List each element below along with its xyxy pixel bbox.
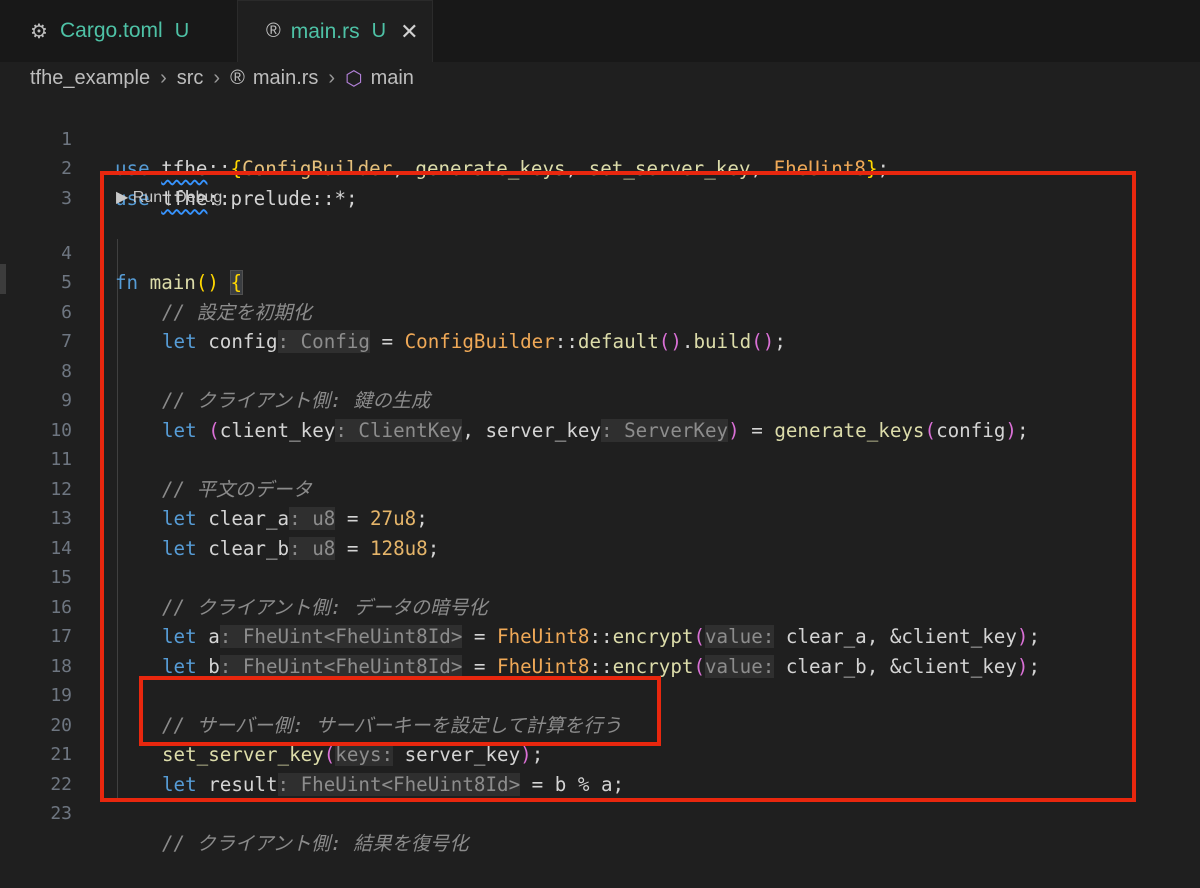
code-line[interactable]: 12 let clear_a: u8 = 27u8; (0, 445, 1200, 530)
code-line[interactable]: 23 // クライアント側: 結果を復号化 (0, 770, 1200, 855)
play-icon: ▶ (116, 189, 133, 206)
tab-bar: ⚙ Cargo.toml U ® main.rs U ✕ (0, 0, 1200, 63)
run-link[interactable]: Run (133, 189, 162, 206)
comment: // クライアント側: 結果を復号化 (162, 831, 469, 855)
tab-cargo-toml[interactable]: ⚙ Cargo.toml U (0, 0, 238, 62)
code-line[interactable]: 4 fn main() { (0, 209, 1200, 295)
code-line[interactable]: 2 use tfhe::prelude::*; (0, 125, 1200, 210)
rust-icon: ® (266, 20, 281, 42)
code-line[interactable]: 17 let b: FheUint<FheUint8Id> = FheUint8… (0, 593, 1200, 678)
code-line[interactable]: 5 // 設定を初期化 (0, 239, 1200, 324)
code-line[interactable]: 11 // 平文のデータ (0, 416, 1200, 501)
tab-main-rs[interactable]: ® main.rs U ✕ (238, 0, 433, 62)
close-icon[interactable]: ✕ (400, 19, 418, 45)
breadcrumb-item-file[interactable]: main.rs (253, 67, 319, 90)
code-line[interactable]: 7 (0, 298, 1200, 352)
code-line[interactable]: 14 (0, 504, 1200, 559)
chevron-right-icon: › (213, 66, 221, 89)
code-line[interactable]: 10 (0, 386, 1200, 441)
rust-icon: ® (230, 66, 245, 89)
cube-icon: ⬡ (345, 67, 363, 90)
line-number: 23 (50, 803, 72, 824)
code-line[interactable]: 22 (0, 740, 1200, 795)
code-line[interactable]: 20 set_server_key(keys: server_key); (0, 681, 1200, 766)
code-line[interactable]: 21 let result: FheUint<FheUint8Id> = b %… (0, 711, 1200, 796)
breadcrumb: tfhe_example › src › ® main.rs › ⬡ main (0, 62, 1200, 94)
code-line[interactable]: 8 // クライアント側: 鍵の生成 (0, 327, 1200, 413)
code-line[interactable]: 1 use tfhe::{ConfigBuilder, generate_key… (0, 95, 1200, 181)
chevron-right-icon: › (160, 66, 167, 89)
code-line[interactable]: 15 // クライアント側: データの暗号化 (0, 534, 1200, 619)
untracked-badge: U (371, 20, 387, 42)
code-line[interactable]: 18 (0, 622, 1200, 677)
gear-icon: ⚙ (30, 20, 48, 43)
tab-label: main.rs (290, 19, 360, 43)
tab-label: Cargo.toml (60, 19, 163, 42)
chevron-right-icon: › (328, 66, 336, 89)
code-line[interactable]: 13 let clear_b: u8 = 128u8; (0, 475, 1200, 560)
code-line[interactable]: 3 (0, 154, 1200, 209)
codelens: ▶ Run | Debug (116, 189, 223, 206)
breadcrumb-item-src[interactable]: src (177, 67, 204, 90)
debug-link[interactable]: Debug (175, 189, 222, 206)
code-line[interactable]: 16 let a: FheUint<FheUint8Id> = FheUint8… (0, 563, 1200, 648)
code-line[interactable]: 6 let config: Config = ConfigBuilder::de… (0, 268, 1200, 353)
breadcrumb-item-folder[interactable]: tfhe_example (30, 67, 150, 90)
breadcrumb-item-symbol[interactable]: main (371, 67, 414, 90)
untracked-badge: U (174, 19, 190, 42)
code-line[interactable]: 19 // サーバー側: サーバーキーを設定して計算を行う (0, 652, 1200, 737)
code-editor[interactable]: 1 use tfhe::{ConfigBuilder, generate_key… (0, 94, 1200, 855)
code-line[interactable]: 9 let (client_key: ClientKey, server_key… (0, 357, 1200, 442)
